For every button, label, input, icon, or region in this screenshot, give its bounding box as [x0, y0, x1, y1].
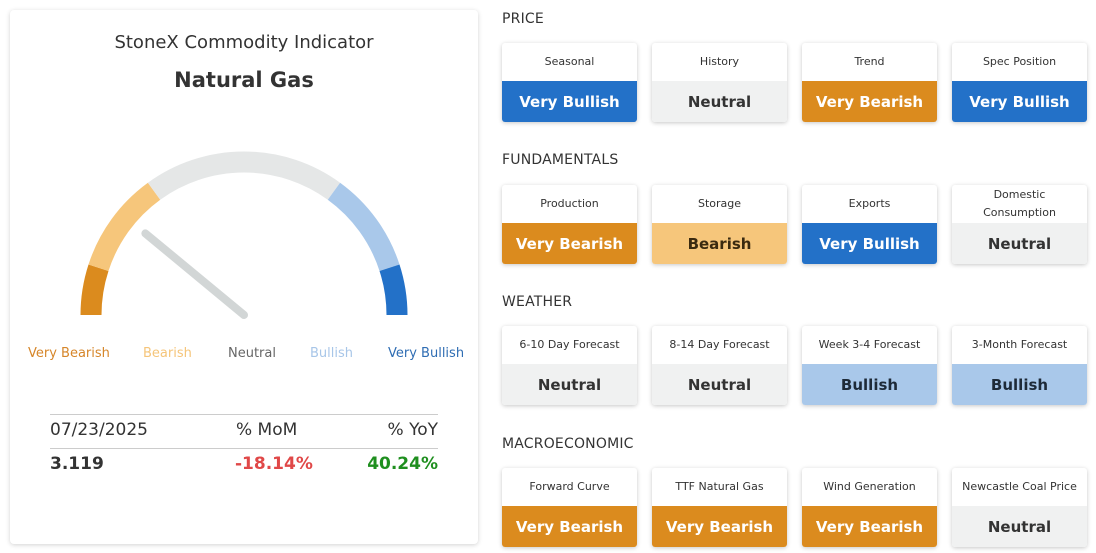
- indicator-signal: Bullish: [802, 364, 937, 405]
- indicator-signal: Neutral: [652, 364, 787, 405]
- indicator-name: Production: [540, 197, 599, 210]
- indicator-8-14-day-forecast: 8-14 Day Forecast Neutral: [652, 326, 787, 405]
- gauge-label-neutral: Neutral: [228, 346, 276, 361]
- indicator-signal: Bullish: [952, 364, 1087, 405]
- gauge-label-very-bullish: Very Bullish: [388, 346, 465, 361]
- indicator-signal: Very Bearish: [802, 81, 937, 122]
- indicator-signal: Neutral: [502, 364, 637, 405]
- indicator-signal: Neutral: [652, 81, 787, 122]
- indicator-3-month-forecast: 3-Month Forecast Bullish: [952, 326, 1087, 405]
- indicator-signal: Very Bearish: [652, 506, 787, 547]
- indicator-signal: Very Bearish: [802, 506, 937, 547]
- indicator-name: 6-10 Day Forecast: [519, 338, 620, 351]
- indicator-name: Storage: [697, 197, 742, 210]
- indicator-name: Forward Curve: [529, 480, 610, 493]
- section-title-weather: WEATHER: [502, 294, 573, 310]
- indicator-production: Production Very Bearish: [502, 185, 637, 264]
- indicator-signal: Very Bearish: [502, 506, 637, 547]
- indicator-signal: Neutral: [952, 223, 1087, 264]
- indicator-signal: Bearish: [652, 223, 787, 264]
- sentiment-gauge: [80, 151, 408, 319]
- gauge-segment-bullish: [327, 182, 400, 272]
- gauge-segment-neutral: [147, 151, 341, 200]
- stats-divider-mid: [50, 448, 438, 449]
- indicator-name: Newcastle Coal Price: [962, 480, 1077, 493]
- section-title-price: PRICE: [502, 11, 544, 27]
- gauge-label-bullish: Bullish: [310, 346, 354, 361]
- indicator-signal: Very Bearish: [502, 223, 637, 264]
- stats-divider-top: [50, 414, 438, 415]
- indicator-seasonal: Seasonal Very Bullish: [502, 43, 637, 122]
- indicator-name: Wind Generation: [823, 480, 916, 493]
- indicator-storage: Storage Bearish: [652, 185, 787, 264]
- indicator-name: Exports: [848, 197, 891, 210]
- indicator-name: Trend: [854, 55, 885, 68]
- indicator-forward-curve: Forward Curve Very Bearish: [502, 468, 637, 547]
- indicator-spec-position: Spec Position Very Bullish: [952, 43, 1087, 122]
- stats-yoy-value: 40.24%: [367, 454, 438, 474]
- indicator-6-10-day-forecast: 6-10 Day Forecast Neutral: [502, 326, 637, 405]
- gauge-label-very-bearish: Very Bearish: [28, 346, 110, 361]
- stats-yoy-label: % YoY: [387, 420, 438, 440]
- stats-price: 3.119: [50, 454, 104, 474]
- indicator-history: History Neutral: [652, 43, 787, 122]
- indicator-exports: Exports Very Bullish: [802, 185, 937, 264]
- indicator-domestic-consumption: Domestic Consumption Neutral: [952, 185, 1087, 264]
- indicator-name: History: [699, 55, 740, 68]
- indicator-signal: Very Bullish: [952, 81, 1087, 122]
- indicator-name: Week 3-4 Forecast: [818, 338, 921, 351]
- indicator-name: Spec Position: [982, 55, 1057, 68]
- indicator-ttf-natural-gas: TTF Natural Gas Very Bearish: [652, 468, 787, 547]
- section-title-fundamentals: FUNDAMENTALS: [502, 152, 619, 168]
- indicator-name: TTF Natural Gas: [675, 480, 764, 493]
- indicator-trend: Trend Very Bearish: [802, 43, 937, 122]
- indicator-signal: Very Bullish: [802, 223, 937, 264]
- section-title-macroeconomic: MACROECONOMIC: [502, 436, 634, 452]
- indicator-newcastle-coal-price: Newcastle Coal Price Neutral: [952, 468, 1087, 547]
- indicator-name: 8-14 Day Forecast: [669, 338, 770, 351]
- indicator-wind-generation: Wind Generation Very Bearish: [802, 468, 937, 547]
- indicator-name: Domestic Consumption: [983, 188, 1056, 219]
- indicator-week-3-4-forecast: Week 3-4 Forecast Bullish: [802, 326, 937, 405]
- stats-date: 07/23/2025: [50, 420, 148, 440]
- gauge-segment-very-bearish: [80, 264, 109, 316]
- gauge-segment-very-bullish: [379, 264, 408, 316]
- stats-mom-label: % MoM: [236, 420, 298, 440]
- gauge-label-bearish: Bearish: [143, 346, 192, 361]
- indicator-signal: Neutral: [952, 506, 1087, 547]
- stats-mom-value: -18.14%: [235, 454, 313, 474]
- indicator-signal: Very Bullish: [502, 81, 637, 122]
- indicator-card: StoneX Commodity Indicator Natural Gas V…: [10, 10, 478, 544]
- indicator-name: Seasonal: [544, 55, 595, 68]
- indicator-name: 3-Month Forecast: [971, 338, 1068, 351]
- gauge-needle: [141, 229, 248, 319]
